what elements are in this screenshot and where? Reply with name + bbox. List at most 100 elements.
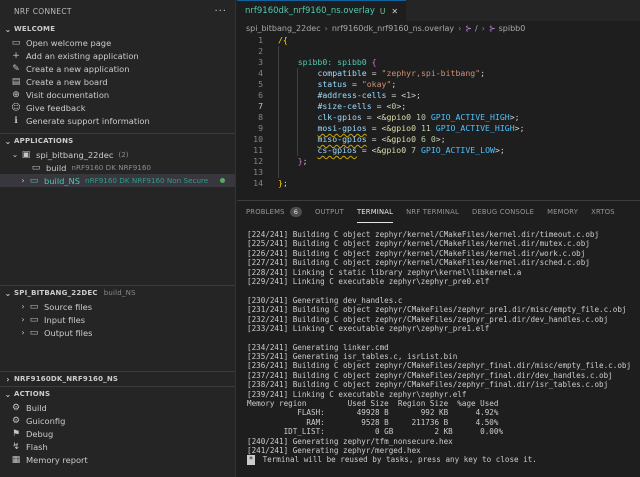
- tab-terminal[interactable]: TERMINAL: [356, 201, 394, 223]
- welcome-item[interactable]: + Add an existing application: [0, 49, 235, 62]
- tab-output[interactable]: OUTPUT: [315, 201, 344, 223]
- chevron-right-icon: ›: [21, 176, 25, 185]
- breadcrumb-file[interactable]: nrf9160dk_nrf9160_ns.overlay: [332, 24, 454, 33]
- welcome-item[interactable]: ▤ Create a new board: [0, 75, 235, 88]
- line-number: 14: [253, 178, 263, 188]
- action-item[interactable]: ⚑ Debug: [0, 427, 235, 440]
- line-number: 11: [253, 145, 263, 155]
- build-ns-name: build_NS: [44, 175, 81, 186]
- welcome-item[interactable]: ⊕ Visit documentation: [0, 88, 235, 101]
- tab-debug-console[interactable]: DEBUG CONSOLE: [472, 201, 534, 223]
- board-section-header[interactable]: › NRF9160DK_NRF9160_NS: [0, 372, 235, 386]
- tab-nrf-terminal[interactable]: NRF TERMINAL: [406, 201, 459, 223]
- more-actions-icon[interactable]: ···: [214, 6, 227, 17]
- line-number: 13: [253, 167, 263, 177]
- breadcrumb-folder[interactable]: spi_bitbang_22dec: [246, 24, 321, 33]
- files-item[interactable]: › ▭ Source files: [0, 300, 235, 313]
- welcome-item-label: Give feedback: [26, 102, 86, 113]
- welcome-item[interactable]: ✎ Create a new application: [0, 62, 235, 75]
- tab-problems[interactable]: PROBLEMS 6: [246, 201, 303, 223]
- applications-header-label: APPLICATIONS: [14, 137, 74, 145]
- editor-tabbar: nrf9160dk_nrf9160_ns.overlay U ✕: [237, 0, 640, 21]
- terminal-line: [240/241] Generating zephyr/tfm_nonsecur…: [247, 436, 453, 446]
- line-number: 12: [253, 156, 263, 166]
- code-line: 7 #size-cells = <0>;: [237, 101, 640, 112]
- terminal-line: [238/241] Building C object zephyr/CMake…: [247, 380, 609, 390]
- terminal-line: [229/241] Linking C executable zephyr\ze…: [247, 276, 490, 286]
- chevron-right-icon: ›: [458, 23, 462, 33]
- line-text: };: [278, 178, 288, 188]
- editor-tab-overlay[interactable]: nrf9160dk_nrf9160_ns.overlay U ✕: [237, 0, 407, 21]
- node-icon: ⊱: [465, 23, 472, 33]
- applications-section-header[interactable]: ⌄ APPLICATIONS: [0, 134, 235, 148]
- terminal-footer: * Terminal will be reused by tasks, pres…: [247, 455, 631, 465]
- breadcrumb-node[interactable]: spibb0: [499, 24, 526, 33]
- welcome-section-header[interactable]: ⌄ WELCOME: [0, 22, 235, 36]
- close-icon[interactable]: ✕: [391, 7, 398, 16]
- line-number: 7: [258, 101, 263, 111]
- action-item-label: Guiconfig: [26, 415, 66, 426]
- welcome-item[interactable]: ℹ Generate support information: [0, 114, 235, 127]
- board-icon: ▤: [11, 76, 21, 87]
- terminal-line: [235/241] Generating isr_tables.c, isrLi…: [247, 352, 458, 362]
- action-item[interactable]: ▦ Memory report: [0, 453, 235, 466]
- line-text: };: [297, 156, 308, 166]
- terminal-line: FLASH: 49928 B 992 KB 4.92%: [247, 408, 499, 418]
- panel-tab-label: MEMORY: [547, 208, 579, 216]
- sidebar-title-bar: NRF CONNECT ···: [0, 0, 235, 22]
- memory-report-icon: ▦: [11, 454, 21, 465]
- application-item[interactable]: ⌄ ▣ spi_bitbang_22dec (2): [0, 148, 235, 161]
- code-line: 6 #address-cells = <1>;: [237, 90, 640, 101]
- chevron-down-icon: ⌄: [11, 150, 19, 159]
- app-section-header[interactable]: ⌄ SPI_BITBANG_22DEC build_NS: [0, 286, 235, 300]
- panel-tab-label: TERMINAL: [356, 207, 394, 216]
- welcome-item-label: Create a new application: [26, 63, 130, 74]
- build-item[interactable]: ▭ build nRF9160 DK NRF9160: [0, 161, 235, 174]
- terminal-line: [225/241] Building C object zephyr/kerne…: [247, 239, 590, 249]
- line-text: /{: [278, 35, 288, 45]
- terminal-line: [224/241] Building C object zephyr/kerne…: [247, 230, 600, 239]
- code-line: 14};: [237, 178, 640, 189]
- code-area[interactable]: 1/{2 3 spibb0: spibb0 {4 compatible = "ze…: [237, 35, 640, 189]
- breadcrumb-root[interactable]: /: [475, 24, 478, 33]
- line-number: 6: [258, 90, 263, 100]
- code-line: 9 mosi-gpios = <&gpio0 11 GPIO_ACTIVE_HI…: [237, 123, 640, 134]
- tab-xrtos[interactable]: XRTOS: [591, 201, 615, 223]
- welcome-item[interactable]: ▭ Open welcome page: [0, 36, 235, 49]
- code-line: 2: [237, 46, 640, 57]
- action-item[interactable]: ⚙ Guiconfig: [0, 414, 235, 427]
- editor: nrf9160dk_nrf9160_ns.overlay U ✕ spi_bit…: [237, 0, 640, 192]
- chevron-right-icon: ›: [6, 374, 10, 384]
- terminal-line: [230/241] Generating dev_handles.c: [247, 295, 403, 305]
- terminal-line: [227/241] Building C object zephyr/kerne…: [247, 258, 590, 268]
- action-item-label: Memory report: [26, 454, 88, 465]
- welcome-list: ▭ Open welcome page + Add an existing appli…: [0, 36, 235, 127]
- application-build-count: (2): [118, 150, 129, 159]
- line-number: 1: [258, 35, 263, 45]
- line-text: miso-gpios = <&gpio0 6 0>;: [317, 134, 446, 144]
- terminal-output[interactable]: [224/241] Building C object zephyr/kerne…: [247, 230, 631, 465]
- line-text: cs-gpios = <&gpio0 7 GPIO_ACTIVE_LOW>;: [317, 145, 505, 155]
- action-item[interactable]: ↯ Flash: [0, 440, 235, 453]
- build-ns-item[interactable]: › ▭ build_NS nRF9160 DK NRF9160 Non Secu…: [0, 174, 235, 187]
- sidebar: NRF CONNECT ··· ⌄ WELCOME ▭ Open welcome …: [0, 0, 236, 477]
- welcome-item-label: Open welcome page: [26, 37, 112, 48]
- action-item-label: Debug: [26, 428, 54, 439]
- new-app-icon: ✎: [12, 63, 20, 74]
- tab-memory[interactable]: MEMORY: [547, 201, 578, 223]
- chevron-right-icon: ›: [21, 315, 25, 324]
- actions-section-header[interactable]: ⌄ ACTIONS: [0, 387, 235, 401]
- terminal-line: [236/241] Building C object zephyr/CMake…: [247, 361, 632, 371]
- files-item[interactable]: › ▭ Input files: [0, 313, 235, 326]
- terminal-line: [233/241] Linking C executable zephyr\ze…: [247, 323, 490, 333]
- action-item[interactable]: ⚙ Build: [0, 401, 235, 414]
- build-config-icon: ▭: [31, 162, 41, 173]
- files-icon: ▭: [29, 314, 39, 325]
- code-line: 1 /{: [237, 35, 640, 46]
- problems-count-badge: 6: [289, 207, 303, 217]
- files-list: › ▭ Source files › ▭ Input files › ▭ Output file…: [0, 300, 235, 339]
- files-item[interactable]: › ▭ Output files: [0, 326, 235, 339]
- welcome-item[interactable]: ☺ Give feedback: [0, 101, 235, 114]
- panel-tab-label: OUTPUT: [315, 208, 344, 216]
